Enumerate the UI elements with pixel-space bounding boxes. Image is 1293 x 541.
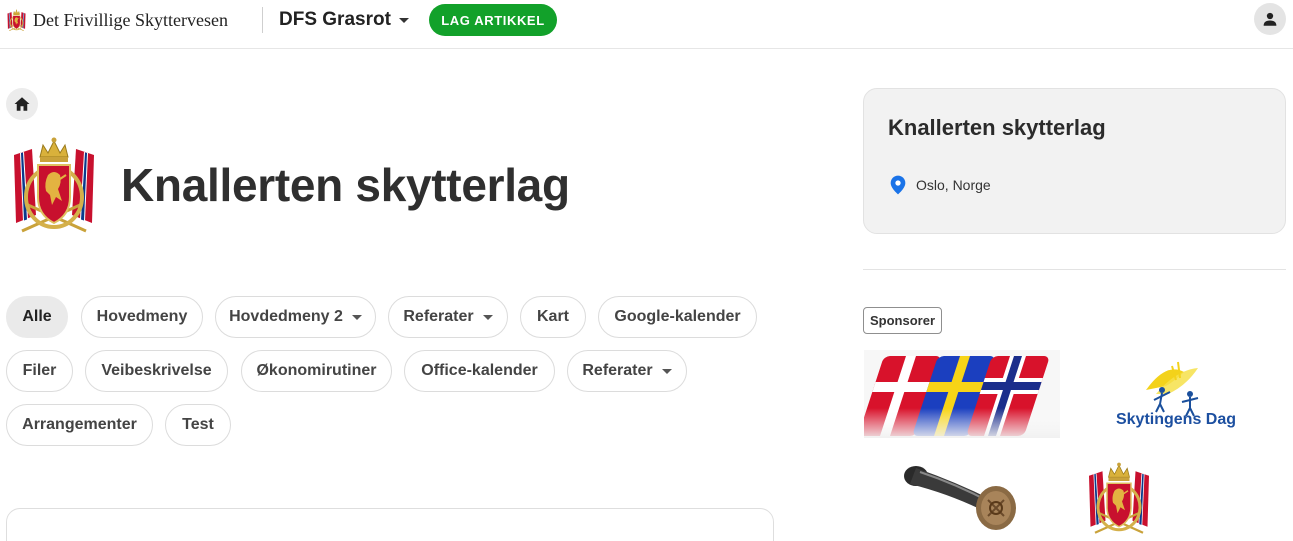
chip-kart[interactable]: Kart [520, 296, 586, 338]
location-pin-icon [890, 175, 906, 195]
club-info-title: Knallerten skytterlag [888, 115, 1106, 140]
home-icon [14, 97, 30, 111]
skytingens-dag-text: Skytingens Dag [1116, 411, 1236, 428]
skytingens-dag-logo: Skytingens Dag [1116, 361, 1236, 428]
chip-label: Hovedmeny [96, 308, 188, 325]
chip-label: Alle [22, 308, 52, 325]
chip-filer[interactable]: Filer [6, 350, 73, 392]
club-info-card: Knallerten skytterlag Oslo, Norge [863, 88, 1286, 234]
brand[interactable]: Det Frivillige Skyttervesen [6, 8, 228, 32]
location-text: Oslo, Norge [916, 177, 991, 193]
chevron-down-icon [482, 314, 493, 320]
chip-google-kalender[interactable]: Google-kalender [598, 296, 757, 338]
sponsor-skytingens-dag[interactable]: Skytingens Dag [1106, 360, 1246, 432]
chevron-down-icon [398, 17, 409, 23]
chip-label: Kart [536, 308, 569, 325]
site-switcher[interactable]: DFS Grasrot [279, 7, 409, 33]
sponsors-label: Sponsorer [863, 307, 943, 334]
chip-label: Referater [582, 362, 653, 379]
chevron-down-icon [661, 368, 672, 374]
site-name: DFS Grasrot [279, 9, 391, 30]
nordic-flags-logo [859, 350, 1060, 438]
home-button[interactable] [6, 88, 38, 120]
chip-label: Økonomirutiner [256, 362, 377, 379]
sidebar-divider [863, 269, 1286, 270]
sponsor-dfs[interactable] [1086, 460, 1152, 538]
chip-label: Google-kalender [614, 308, 741, 325]
top-bar: Det Frivillige Skyttervesen DFS Grasrot … [0, 0, 1293, 49]
chevron-down-icon [351, 314, 362, 320]
chip-label: Arrangementer [22, 416, 137, 433]
chip-okonomirutiner[interactable]: Økonomirutiner [241, 350, 392, 392]
brand-name: Det Frivillige Skyttervesen [33, 9, 228, 30]
club-logo [10, 135, 98, 237]
brand-logo-icon [6, 9, 27, 32]
shooting-trophy-logo [904, 466, 1016, 530]
club-location: Oslo, Norge [890, 175, 991, 195]
divider [262, 7, 263, 33]
chip-test[interactable]: Test [165, 404, 231, 446]
chip-label: Test [182, 416, 214, 433]
dfs-coat-of-arms-logo [1086, 460, 1152, 538]
chip-label: Filer [22, 362, 57, 379]
chip-label: Office-kalender [421, 362, 538, 379]
content-card [6, 508, 774, 541]
new-article-button[interactable]: LAG ARTIKKEL [429, 4, 557, 36]
chip-referater[interactable]: Referater [388, 296, 508, 338]
chip-label: Referater [403, 308, 474, 325]
user-icon [1263, 12, 1277, 26]
sponsor-nordic-flags[interactable] [859, 350, 1060, 438]
sponsor-trophy[interactable] [896, 460, 1020, 536]
chip-referater-2[interactable]: Referater [567, 350, 687, 392]
chip-arrangementer[interactable]: Arrangementer [6, 404, 153, 446]
chip-label: Veibeskrivelse [101, 362, 212, 379]
chip-label: Hovdedmeny 2 [229, 308, 343, 325]
page-title: Knallerten skytterlag [121, 159, 570, 211]
chip-veibeskrivelse[interactable]: Veibeskrivelse [85, 350, 228, 392]
chip-hovdedmeny-2[interactable]: Hovdedmeny 2 [215, 296, 376, 338]
chip-all[interactable]: Alle [6, 296, 68, 338]
user-menu-button[interactable] [1254, 3, 1286, 35]
chip-office-kalender[interactable]: Office-kalender [404, 350, 555, 392]
chip-hovedmeny[interactable]: Hovedmeny [81, 296, 203, 338]
